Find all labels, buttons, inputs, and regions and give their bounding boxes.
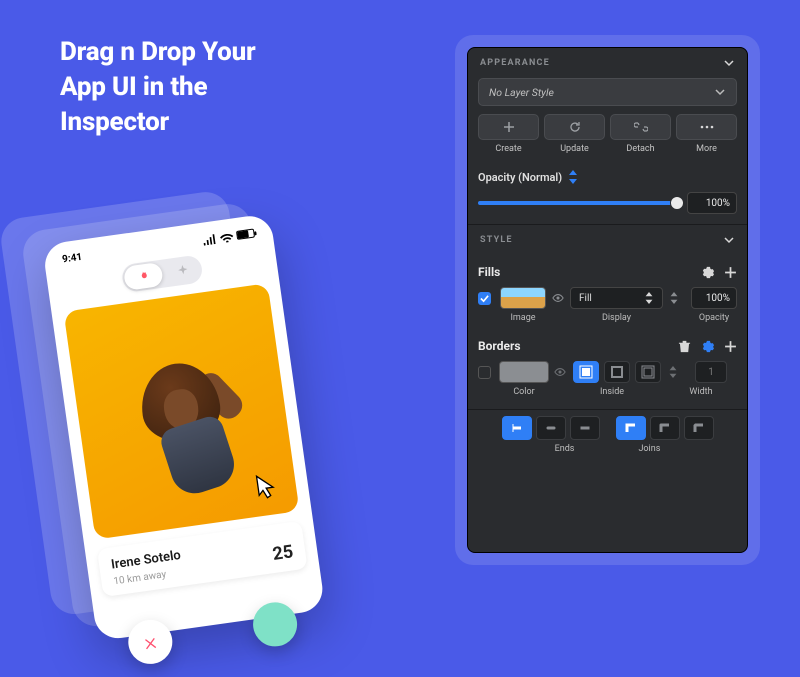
opacity-mode-dropdown[interactable]: Opacity (Normal) [478,170,737,184]
border-enabled-checkbox[interactable] [478,366,491,379]
border-width-input[interactable]: 1 [695,361,727,383]
stepper-icon[interactable] [669,292,679,304]
phone-mock-stack: 9:41 Irene Sotelo 25 10 [42,209,358,661]
opacity-input[interactable]: 100% [687,192,737,214]
chevron-down-icon [723,57,735,69]
join-bevel-icon [692,421,706,435]
column-label: Display [570,313,663,323]
refresh-icon [569,121,581,133]
detach-button[interactable] [610,114,671,140]
join-bevel-button[interactable] [684,416,714,440]
join-miter-button[interactable] [616,416,646,440]
border-inside-icon [579,365,593,379]
like-button[interactable] [250,600,300,650]
borders-title: Borders [478,339,521,353]
signal-icon [202,233,217,245]
more-button[interactable] [676,114,737,140]
appearance-section-header[interactable]: APPEARANCE [468,48,747,78]
border-inside-button[interactable] [573,361,599,383]
status-time: 9:41 [62,252,83,266]
inspector-window: APPEARANCE No Layer Style Create Update … [455,35,760,565]
opacity-slider[interactable] [478,201,677,205]
chevron-down-icon [723,234,735,246]
dropdown-value: No Layer Style [489,86,554,99]
end-round-button[interactable] [536,416,566,440]
cap-square-icon [578,421,592,435]
column-label: Opacity [691,313,737,323]
border-center-icon [610,365,624,379]
add-fill-button[interactable] [724,266,737,279]
profile-age: 25 [271,541,294,565]
button-label: Update [544,144,605,154]
button-label: More [676,144,737,154]
button-label: Detach [610,144,671,154]
fill-opacity-input[interactable]: 100% [691,287,737,309]
end-butt-button[interactable] [502,416,532,440]
end-square-button[interactable] [570,416,600,440]
toggle-thumb-active [123,262,164,291]
style-section-header[interactable]: STYLE [468,225,747,255]
dots-icon [700,125,714,129]
battery-icon [236,229,255,240]
column-label: Image [500,313,546,323]
column-label: Joins [638,444,660,454]
select-value: Fill [579,293,592,304]
flame-icon [136,269,150,285]
trash-icon[interactable] [678,340,691,353]
line-joins-group [616,416,714,440]
fills-title: Fills [478,265,500,279]
update-button[interactable] [544,114,605,140]
slider-knob[interactable] [670,196,684,210]
join-round-button[interactable] [650,416,680,440]
headline-line: App UI in the [60,70,256,105]
eye-icon[interactable] [554,366,566,378]
headline-line: Drag n Drop Your [60,35,256,70]
column-label: Width [685,387,717,397]
hero-headline: Drag n Drop Your App UI in the Inspector [60,35,256,140]
cap-round-icon [544,421,558,435]
stepper-icon [568,170,578,184]
sparkle-icon [175,263,191,279]
headline-line: Inspector [60,105,256,140]
line-ends-group [502,416,600,440]
layer-style-dropdown[interactable]: No Layer Style [478,78,737,106]
reject-button[interactable]: × [125,617,175,667]
unlink-icon [634,121,648,133]
stepper-icon[interactable] [666,366,680,378]
person-illustration [136,358,224,446]
check-icon [480,294,489,303]
cap-butt-icon [510,421,524,435]
column-label: Inside [573,387,651,397]
fill-image-thumbnail[interactable] [500,287,546,309]
profile-photo[interactable] [64,283,300,539]
border-center-button[interactable] [604,361,630,383]
section-title: APPEARANCE [480,58,550,68]
fill-enabled-checkbox[interactable] [478,292,491,305]
section-title: STYLE [480,235,513,245]
chevron-down-icon [714,86,726,98]
join-miter-icon [624,421,638,435]
cross-icon: × [142,629,158,655]
gear-icon[interactable] [701,340,714,353]
cursor-icon [254,472,280,503]
button-label: Create [478,144,539,154]
wifi-icon [219,231,234,243]
border-outside-icon [641,365,655,379]
inspector-panel: APPEARANCE No Layer Style Create Update … [467,47,748,553]
fill-display-select[interactable]: Fill [570,287,663,309]
stepper-icon [644,292,654,304]
join-round-icon [658,421,672,435]
opacity-label: Opacity (Normal) [478,171,562,184]
status-icons [202,228,255,245]
border-outside-button[interactable] [635,361,661,383]
column-label: Color [499,387,549,397]
add-border-button[interactable] [724,340,737,353]
eye-icon[interactable] [552,292,564,304]
column-label: Ends [555,444,575,454]
gear-icon[interactable] [701,266,714,279]
border-color-swatch[interactable] [499,361,549,383]
plus-icon [503,121,515,133]
create-button[interactable] [478,114,539,140]
